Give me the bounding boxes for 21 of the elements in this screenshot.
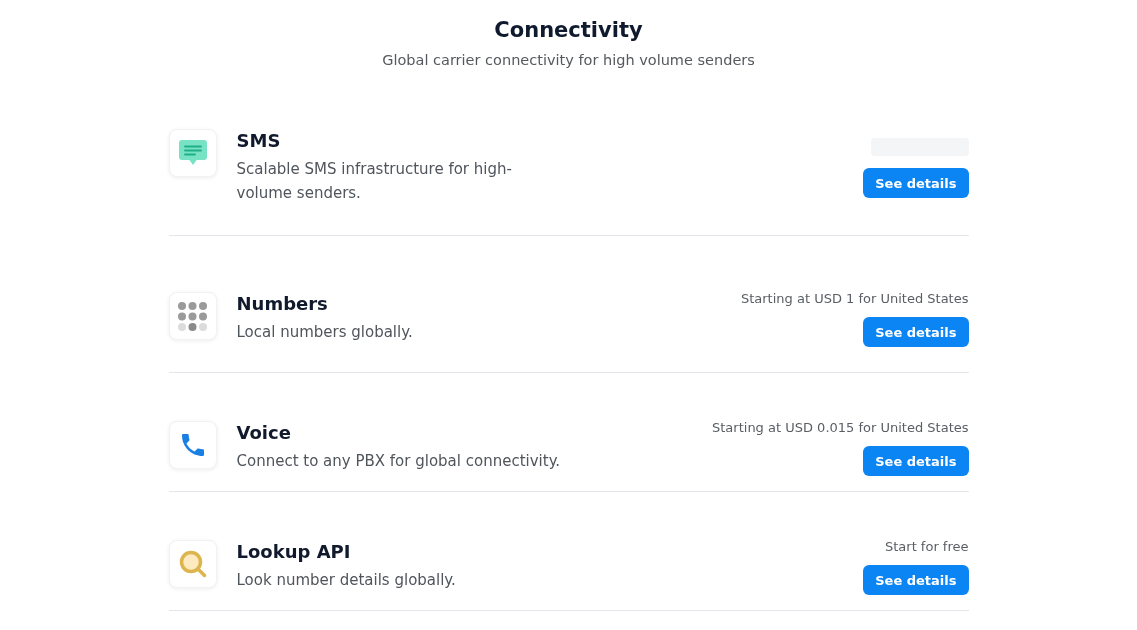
page-subtitle: Global carrier connectivity for high volume senders bbox=[382, 51, 755, 70]
price-text: Starting at USD 1 for United States bbox=[740, 290, 969, 308]
dot-grid-icon bbox=[168, 292, 217, 340]
price-text: Start for free bbox=[884, 538, 969, 556]
service-title: Numbers bbox=[236, 292, 328, 316]
service-description: Local numbers globally. bbox=[236, 322, 413, 343]
price-text: Starting at USD 0.015 for United States bbox=[712, 419, 969, 437]
phone-icon bbox=[168, 421, 217, 469]
search-icon bbox=[168, 540, 217, 588]
see-details-button[interactable]: See details bbox=[863, 446, 969, 476]
service-description: Look number details globally. bbox=[236, 570, 456, 591]
see-details-button[interactable]: See details bbox=[863, 317, 969, 347]
service-title: Voice bbox=[236, 421, 291, 445]
service-description: Connect to any PBX for global connectivity. bbox=[236, 451, 561, 472]
service-title: SMS bbox=[236, 129, 281, 153]
page-title: Connectivity bbox=[494, 17, 643, 44]
see-details-button[interactable]: See details bbox=[863, 565, 969, 595]
service-description: Scalable SMS infrastructure for high-volume senders. bbox=[236, 159, 513, 204]
see-details-button[interactable]: See details bbox=[863, 168, 969, 198]
service-title: Lookup API bbox=[236, 540, 351, 564]
chat-bubble-icon bbox=[168, 129, 217, 177]
